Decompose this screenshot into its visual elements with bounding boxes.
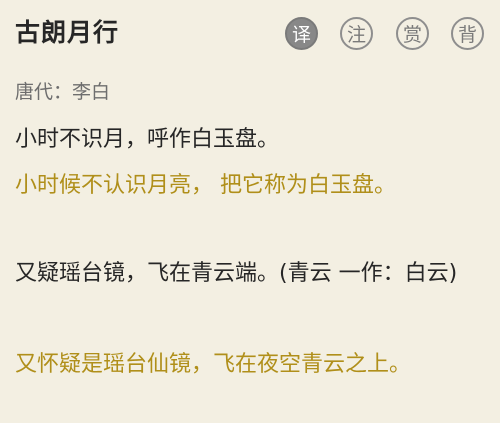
verse-line: 小时不识月，呼作白玉盘。 — [15, 127, 280, 152]
appreciate-button[interactable]: 赏 — [396, 17, 429, 50]
translation-line: 小时候不认识月亮， 把它称为白玉盘。 — [15, 173, 396, 198]
poem-title: 古朗月行 — [15, 18, 120, 47]
verse-line: 又疑瑶台镜，飞在青云端。(青云 一作：白云) — [15, 261, 458, 286]
poem-header: 古朗月行 译 注 赏 背 — [0, 0, 500, 70]
author-line: 唐代：李白 — [15, 81, 111, 103]
annotate-button[interactable]: 注 — [340, 17, 373, 50]
translation-line: 又怀疑是瑶台仙镜，飞在夜空青云之上。 — [15, 352, 412, 377]
recite-button[interactable]: 背 — [451, 17, 484, 50]
translate-button[interactable]: 译 — [285, 17, 318, 50]
